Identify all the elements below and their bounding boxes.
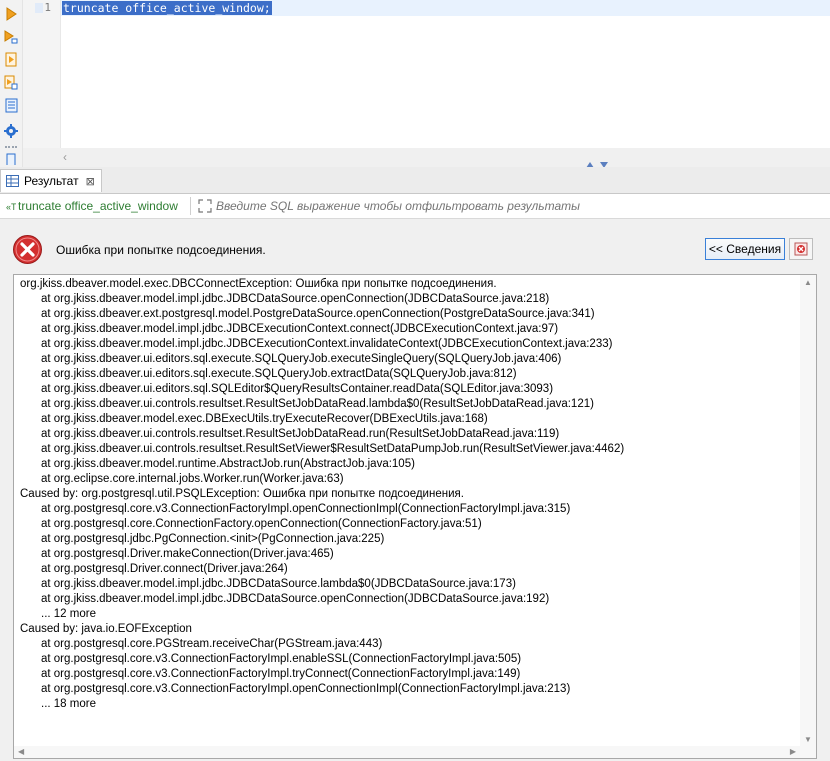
stacktrace-line: org.jkiss.dbeaver.model.exec.DBCConnectE… — [20, 278, 497, 290]
stacktrace-line: at org.jkiss.dbeaver.ui.editors.sql.SQLE… — [41, 383, 554, 395]
stacktrace-horizontal-scrollbar[interactable]: ◀ ▶ — [14, 746, 800, 758]
stacktrace-line: at org.jkiss.dbeaver.ui.editors.sql.exec… — [41, 353, 562, 365]
stacktrace-line: at org.jkiss.dbeaver.ui.editors.sql.exec… — [41, 368, 517, 380]
results-tab-bar: Результат ⊠ — [0, 167, 830, 194]
settings-icon[interactable] — [3, 123, 19, 139]
stacktrace-line: at org.jkiss.dbeaver.model.exec.DBExecUt… — [41, 413, 488, 425]
stacktrace-line: at org.jkiss.dbeaver.model.impl.jdbc.JDB… — [41, 593, 550, 605]
stacktrace-line: ... 12 more — [41, 608, 96, 620]
code-line-selected[interactable]: truncate office_active_window; — [62, 1, 272, 15]
stacktrace-line: at org.postgresql.core.v3.ConnectionFact… — [41, 683, 571, 695]
stacktrace-line: at org.jkiss.dbeaver.model.runtime.Abstr… — [41, 458, 415, 470]
stacktrace-line: at org.jkiss.dbeaver.ui.controls.results… — [41, 428, 560, 440]
sql-editor-toolbar — [0, 0, 23, 167]
sql-query-icon: «T — [6, 202, 16, 212]
stacktrace-line: at org.postgresql.core.PGStream.receiveC… — [41, 638, 383, 650]
stacktrace-line: Caused by: org.postgresql.util.PSQLExcep… — [20, 488, 464, 500]
details-button[interactable]: << Сведения — [705, 238, 785, 260]
stacktrace-vertical-scrollbar[interactable]: ▲ ▼ — [800, 275, 816, 758]
close-tab-icon[interactable]: ⊠ — [86, 175, 95, 188]
scroll-left-icon[interactable]: ‹ — [63, 150, 67, 164]
execute-script-new-tabs-icon[interactable] — [3, 74, 19, 90]
scroll-left-icon[interactable]: ◀ — [18, 748, 24, 756]
active-query-label[interactable]: «T truncate office_active_window — [6, 198, 178, 214]
filter-bar: «T truncate office_active_window — [0, 194, 830, 219]
stacktrace-line: at org.jkiss.dbeaver.model.impl.jdbc.JDB… — [41, 338, 613, 350]
execute-script-icon[interactable] — [3, 51, 19, 67]
stacktrace-line: at org.jkiss.dbeaver.model.impl.jdbc.JDB… — [41, 323, 559, 335]
svg-text:«T: «T — [6, 202, 16, 212]
query-label-text: truncate office_active_window — [18, 199, 178, 213]
scroll-up-icon[interactable]: ▲ — [804, 279, 812, 287]
scroll-right-icon[interactable]: ▶ — [790, 748, 796, 756]
scroll-down-icon[interactable]: ▼ — [804, 736, 812, 744]
line-number-gutter: 1 — [23, 0, 61, 148]
error-icon — [13, 235, 42, 264]
stacktrace-line: at org.postgresql.Driver.makeConnection(… — [41, 548, 334, 560]
stacktrace-line: ... 18 more — [41, 698, 96, 710]
run-statement-new-tab-icon[interactable] — [3, 29, 19, 45]
filter-input[interactable] — [196, 197, 830, 215]
error-header: Ошибка при попытке подсоединения. — [12, 234, 266, 265]
stacktrace-line: at org.postgresql.Driver.connect(Driver.… — [41, 563, 288, 575]
stacktrace-line: Caused by: java.io.EOFException — [20, 623, 192, 635]
stacktrace-box[interactable]: org.jkiss.dbeaver.model.exec.DBCConnectE… — [13, 274, 817, 759]
stacktrace-line: at org.jkiss.dbeaver.model.impl.jdbc.JDB… — [41, 293, 550, 305]
stacktrace-line: at org.postgresql.core.v3.ConnectionFact… — [41, 668, 521, 680]
close-error-button[interactable] — [789, 238, 813, 260]
editor-horizontal-scrollbar[interactable]: ‹ — [23, 148, 830, 168]
stacktrace-line: at org.jkiss.dbeaver.model.impl.jdbc.JDB… — [41, 578, 516, 590]
line-number: 1 — [44, 1, 51, 14]
stacktrace-line: at org.jkiss.dbeaver.ui.controls.results… — [41, 398, 594, 410]
tab-result-label: Результат — [24, 174, 79, 188]
stacktrace-line: at org.postgresql.core.v3.ConnectionFact… — [41, 653, 522, 665]
more-icon[interactable] — [5, 146, 17, 150]
filter-separator — [190, 197, 191, 215]
stacktrace-line: at org.postgresql.core.v3.ConnectionFact… — [41, 503, 571, 515]
stacktrace-line: at org.eclipse.core.internal.jobs.Worker… — [41, 473, 344, 485]
explain-plan-icon[interactable] — [3, 97, 19, 113]
stacktrace-line: at org.jkiss.dbeaver.ui.controls.results… — [41, 443, 625, 455]
stacktrace-list: org.jkiss.dbeaver.model.exec.DBCConnectE… — [20, 277, 624, 712]
grid-icon — [6, 175, 19, 187]
document-icon[interactable] — [3, 153, 19, 165]
sql-editor[interactable]: truncate office_active_window; — [61, 0, 830, 148]
stacktrace-line: at org.postgresql.jdbc.PgConnection.<ini… — [41, 533, 385, 545]
error-message: Ошибка при попытке подсоединения. — [56, 242, 266, 257]
close-error-icon — [794, 242, 808, 256]
run-statement-icon[interactable] — [3, 6, 19, 22]
stacktrace-line: at org.postgresql.core.ConnectionFactory… — [41, 518, 482, 530]
stacktrace-line: at org.jkiss.dbeaver.ext.postgresql.mode… — [41, 308, 595, 320]
tab-result[interactable]: Результат ⊠ — [0, 169, 102, 192]
